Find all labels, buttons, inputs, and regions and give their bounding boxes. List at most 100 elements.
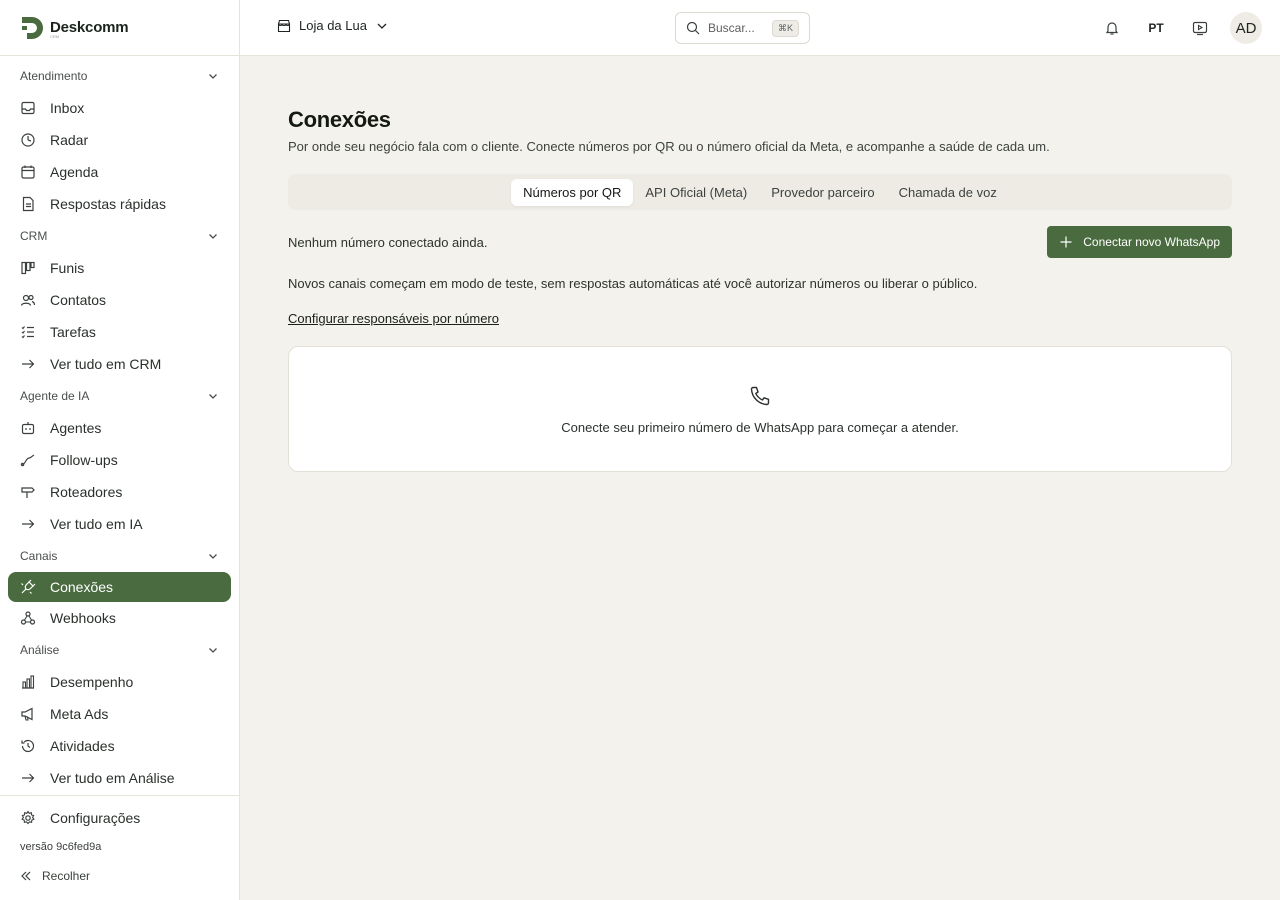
chevron-down-icon [209,554,217,559]
inbox-icon [21,101,35,115]
sidebar-item-label: Meta Ads [50,706,109,722]
signpost-icon [21,487,35,498]
sidebar-item-label: Funis [50,260,85,276]
search-input[interactable]: Buscar... ⌘K [675,12,810,44]
sidebar-item-agentes[interactable]: Agentes [0,412,231,444]
sidebar-item-funis[interactable]: Funis [0,252,231,284]
deskcomm-logo-icon [22,16,43,39]
sidebar-nav: Atendimento Inbox Radar Agenda Respostas… [0,60,239,794]
sidebar-item-atividades[interactable]: Atividades [0,730,231,762]
brand[interactable]: Deskcomm CRM [0,0,239,56]
plus-icon [1060,236,1072,248]
sidebar-item-ver-tudo-analise[interactable]: Ver tudo em Análise [0,762,231,794]
sidebar-item-conexoes[interactable]: Conexões [8,572,231,602]
arrow-right-icon [22,359,35,369]
section-title: Agente de IA [20,389,90,403]
sidebar-item-roteadores[interactable]: Roteadores [0,476,231,508]
sidebar-item-label: Radar [50,132,89,148]
tutorial-button[interactable] [1186,14,1214,42]
tab-chamada-voz[interactable]: Chamada de voz [887,179,1009,206]
language-selector[interactable]: PT [1142,14,1170,42]
sidebar-item-label: Roteadores [50,484,123,500]
sidebar-item-agenda[interactable]: Agenda [0,156,231,188]
phone-icon [750,386,770,405]
sidebar-item-contatos[interactable]: Contatos [0,284,231,316]
section-title: Atendimento [20,69,88,83]
main-content: Conexões Por onde seu negócio fala com o… [288,100,1232,472]
sidebar-item-inbox[interactable]: Inbox [0,92,231,124]
tab-api-oficial[interactable]: API Oficial (Meta) [633,179,759,206]
tab-numeros-qr[interactable]: Números por QR [511,178,634,206]
sidebar-item-meta-ads[interactable]: Meta Ads [0,698,231,730]
sidebar-footer: Configurações versão 9c6fed9a Recolher [0,795,239,892]
page-subtitle: Por onde seu negócio fala com o cliente.… [288,139,1050,154]
tab-provedor-parceiro[interactable]: Provedor parceiro [759,179,886,206]
sidebar-item-webhooks[interactable]: Webhooks [0,602,231,634]
users-icon [20,294,36,306]
chevrons-left-icon [21,871,31,881]
plug-icon [21,579,36,594]
radar-icon [21,133,35,147]
section-agente-ia[interactable]: Agente de IA [0,380,239,412]
configure-owners-link[interactable]: Configurar responsáveis por número [288,311,499,326]
sidebar-item-ver-tudo-ia[interactable]: Ver tudo em IA [0,508,231,540]
sidebar-item-desempenho[interactable]: Desempenho [0,666,231,698]
sidebar-item-label: Tarefas [50,324,96,340]
document-icon [22,196,34,212]
section-title: CRM [20,229,48,243]
brand-name: Deskcomm [50,19,129,36]
section-analise[interactable]: Análise [0,634,239,666]
video-icon [1192,21,1208,36]
webhook-icon [20,611,36,625]
sidebar-item-label: Respostas rápidas [50,196,166,212]
connect-whatsapp-button[interactable]: Conectar novo WhatsApp [1047,226,1232,258]
bot-icon [21,422,35,435]
section-title: Análise [20,643,60,657]
sidebar-item-label: Ver tudo em CRM [50,356,162,372]
sidebar-item-label: Webhooks [50,610,116,626]
chevron-down-icon [209,74,217,79]
trend-icon [20,454,35,467]
store-selector[interactable]: Loja da Lua [277,18,389,33]
sidebar-item-configuracoes[interactable]: Configurações [0,802,231,834]
history-icon [21,739,35,753]
section-atendimento[interactable]: Atendimento [0,60,239,92]
checklist-icon [21,326,34,339]
sidebar-item-label: Agenda [50,164,99,180]
page-title: Conexões [288,107,391,132]
search-placeholder: Buscar... [708,21,755,35]
collapse-sidebar-button[interactable]: Recolher [0,860,239,892]
empty-card-text: Conecte seu primeiro número de WhatsApp … [561,419,959,435]
sidebar-item-label: Follow-ups [50,452,118,468]
bell-icon [1105,22,1119,35]
avatar[interactable]: AD [1230,12,1262,44]
search-shortcut: ⌘K [771,19,799,37]
brand-sub: CRM [50,34,60,39]
sidebar-item-label: Ver tudo em IA [50,516,143,532]
section-crm[interactable]: CRM [0,220,239,252]
section-title: Canais [20,549,58,563]
sidebar-item-follow-ups[interactable]: Follow-ups [0,444,231,476]
search-icon [686,21,700,35]
chevron-down-icon [377,23,387,29]
megaphone-icon [21,707,33,721]
sidebar-item-ver-tudo-crm[interactable]: Ver tudo em CRM [0,348,231,380]
sidebar-item-label: Inbox [50,100,85,116]
notifications-button[interactable] [1098,14,1126,42]
version-label: versão 9c6fed9a [20,841,102,853]
sidebar-item-label: Atividades [50,738,115,754]
arrow-right-icon [22,773,35,783]
chevron-down-icon [209,234,217,239]
empty-state-note: Nenhum número conectado ainda. [288,234,488,250]
gear-icon [21,810,35,825]
kanban-icon [21,261,35,275]
sidebar-item-respostas-rapidas[interactable]: Respostas rápidas [0,188,231,220]
connection-tabs: Números por QR API Oficial (Meta) Proved… [288,174,1232,210]
chevron-down-icon [209,394,217,399]
sidebar-item-label: Agentes [50,420,102,436]
sidebar-item-radar[interactable]: Radar [0,124,231,156]
arrow-right-icon [22,519,35,529]
connections-header: Nenhum número conectado ainda. Conectar … [288,226,1232,258]
section-canais[interactable]: Canais [0,540,239,572]
sidebar-item-tarefas[interactable]: Tarefas [0,316,231,348]
